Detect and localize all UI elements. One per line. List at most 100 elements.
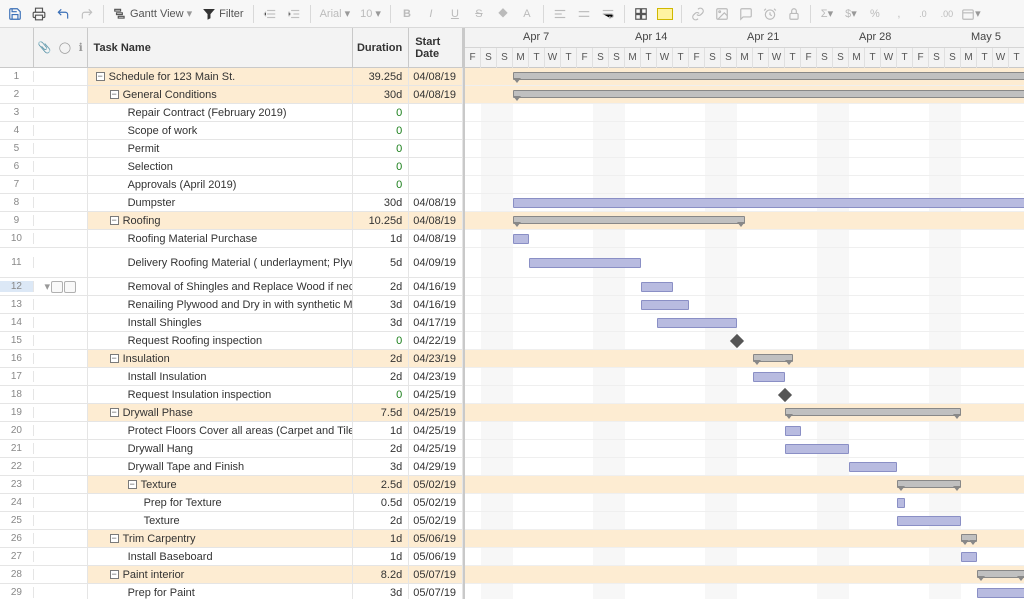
- row-number[interactable]: 22: [0, 461, 34, 472]
- indent-icon[interactable]: [283, 3, 305, 25]
- task-name-cell[interactable]: Delivery Roofing Material ( underlayment…: [88, 248, 354, 277]
- align-vertical-icon[interactable]: [573, 3, 595, 25]
- collapse-toggle[interactable]: −: [110, 570, 119, 579]
- start-date-cell[interactable]: [409, 158, 463, 175]
- table-row[interactable]: 1−Schedule for 123 Main St.39.25d04/08/1…: [0, 68, 463, 86]
- task-name-cell[interactable]: Request Insulation inspection: [88, 386, 354, 403]
- start-date-cell[interactable]: 04/08/19: [409, 68, 463, 85]
- duration-cell[interactable]: 0: [353, 386, 409, 403]
- table-row[interactable]: 28−Paint interior8.2d05/07/19: [0, 566, 463, 584]
- gantt-task-bar[interactable]: [513, 234, 529, 244]
- collapse-toggle[interactable]: −: [110, 354, 119, 363]
- task-name-cell[interactable]: −Drywall Phase: [88, 404, 354, 421]
- date-format-icon[interactable]: ▾: [960, 3, 982, 25]
- table-row[interactable]: 12▾Removal of Shingles and Replace Wood …: [0, 278, 463, 296]
- duration-cell[interactable]: 0: [353, 122, 409, 139]
- gantt-summary-bar[interactable]: [753, 354, 793, 362]
- table-row[interactable]: 16−Insulation2d04/23/19: [0, 350, 463, 368]
- table-row[interactable]: 18 Request Insulation inspection004/25/19: [0, 386, 463, 404]
- start-date-cell[interactable]: 05/07/19: [409, 566, 463, 583]
- duration-cell[interactable]: 0: [353, 158, 409, 175]
- gantt-task-bar[interactable]: [897, 498, 905, 508]
- duration-cell[interactable]: 0.5d: [354, 494, 410, 511]
- start-date-cell[interactable]: 05/02/19: [409, 512, 463, 529]
- collapse-toggle[interactable]: −: [110, 90, 119, 99]
- table-row[interactable]: 5Permit0: [0, 140, 463, 158]
- row-number[interactable]: 15: [0, 335, 34, 346]
- reminder-icon[interactable]: [759, 3, 781, 25]
- duration-cell[interactable]: 0: [353, 332, 409, 349]
- gantt-summary-bar[interactable]: [785, 408, 961, 416]
- task-name-cell[interactable]: −Texture: [88, 476, 354, 493]
- table-row[interactable]: 21Drywall Hang2d04/25/19: [0, 440, 463, 458]
- row-action-icon[interactable]: [64, 281, 76, 293]
- task-name-cell[interactable]: −Schedule for 123 Main St.: [88, 68, 354, 85]
- table-row[interactable]: 27Install Baseboard1d05/06/19: [0, 548, 463, 566]
- row-number[interactable]: 19: [0, 407, 34, 418]
- start-date-cell[interactable]: 04/25/19: [409, 422, 463, 439]
- align-left-icon[interactable]: [549, 3, 571, 25]
- gantt-view-dropdown[interactable]: Gantt View ▾: [109, 3, 196, 25]
- task-name-cell[interactable]: Texture: [88, 512, 354, 529]
- task-name-cell[interactable]: Install Insulation: [88, 368, 354, 385]
- start-date-cell[interactable]: 04/08/19: [409, 86, 463, 103]
- start-date-cell[interactable]: 05/06/19: [409, 530, 463, 547]
- start-date-cell[interactable]: [409, 122, 463, 139]
- wrap-text-icon[interactable]: [597, 3, 619, 25]
- row-number[interactable]: 7: [0, 179, 34, 190]
- fill-color-icon[interactable]: [492, 3, 514, 25]
- conditional-format-icon[interactable]: [630, 3, 652, 25]
- row-number[interactable]: 17: [0, 371, 34, 382]
- outdent-icon[interactable]: [259, 3, 281, 25]
- gantt-task-bar[interactable]: [641, 300, 689, 310]
- start-date-cell[interactable]: 05/06/19: [409, 548, 463, 565]
- gantt-task-bar[interactable]: [897, 516, 961, 526]
- row-number[interactable]: 26: [0, 533, 34, 544]
- task-name-cell[interactable]: Removal of Shingles and Replace Wood if …: [88, 278, 354, 295]
- start-date-cell[interactable]: 04/25/19: [409, 440, 463, 457]
- task-name-cell[interactable]: Dumpster: [88, 194, 354, 211]
- row-number[interactable]: 1: [0, 71, 34, 82]
- table-row[interactable]: 19−Drywall Phase7.5d04/25/19: [0, 404, 463, 422]
- duration-cell[interactable]: 1d: [353, 548, 409, 565]
- duration-cell[interactable]: 30d: [353, 86, 409, 103]
- task-name-cell[interactable]: −Trim Carpentry: [88, 530, 354, 547]
- start-date-cell[interactable]: 04/29/19: [409, 458, 463, 475]
- start-date-cell[interactable]: 04/17/19: [409, 314, 463, 331]
- link-icon[interactable]: [687, 3, 709, 25]
- image-icon[interactable]: [711, 3, 733, 25]
- row-action-icon[interactable]: [51, 281, 63, 293]
- row-number[interactable]: 10: [0, 233, 34, 244]
- gantt-summary-bar[interactable]: [961, 534, 977, 542]
- row-number[interactable]: 3: [0, 107, 34, 118]
- duration-cell[interactable]: 30d: [353, 194, 409, 211]
- start-date-cell[interactable]: 05/02/19: [409, 476, 463, 493]
- duration-cell[interactable]: 3d: [353, 314, 409, 331]
- filter-button[interactable]: Filter: [198, 3, 247, 25]
- row-number[interactable]: 23: [0, 479, 34, 490]
- row-number[interactable]: 18: [0, 389, 34, 400]
- redo-icon[interactable]: [76, 3, 98, 25]
- row-number[interactable]: 9: [0, 215, 34, 226]
- duration-cell[interactable]: 3d: [353, 296, 409, 313]
- duration-cell[interactable]: 0: [353, 176, 409, 193]
- row-number[interactable]: 28: [0, 569, 34, 580]
- currency-icon[interactable]: $▾: [840, 3, 862, 25]
- thousands-icon[interactable]: ,: [888, 3, 910, 25]
- duration-cell[interactable]: 2d: [353, 440, 409, 457]
- duration-cell[interactable]: 2d: [353, 350, 409, 367]
- row-number[interactable]: 2: [0, 89, 34, 100]
- gantt-task-bar[interactable]: [785, 426, 801, 436]
- gantt-summary-bar[interactable]: [513, 72, 1024, 80]
- start-date-cell[interactable]: 04/25/19: [409, 386, 463, 403]
- row-number[interactable]: 14: [0, 317, 34, 328]
- collapse-toggle[interactable]: −: [110, 408, 119, 417]
- task-name-cell[interactable]: Approvals (April 2019): [88, 176, 354, 193]
- duration-column-header[interactable]: Duration: [353, 28, 409, 67]
- row-number[interactable]: 25: [0, 515, 34, 526]
- gantt-task-bar[interactable]: [529, 258, 641, 268]
- gantt-task-bar[interactable]: [513, 198, 1024, 208]
- gantt-task-bar[interactable]: [753, 372, 785, 382]
- task-name-cell[interactable]: Drywall Tape and Finish: [88, 458, 354, 475]
- italic-icon[interactable]: I: [420, 3, 442, 25]
